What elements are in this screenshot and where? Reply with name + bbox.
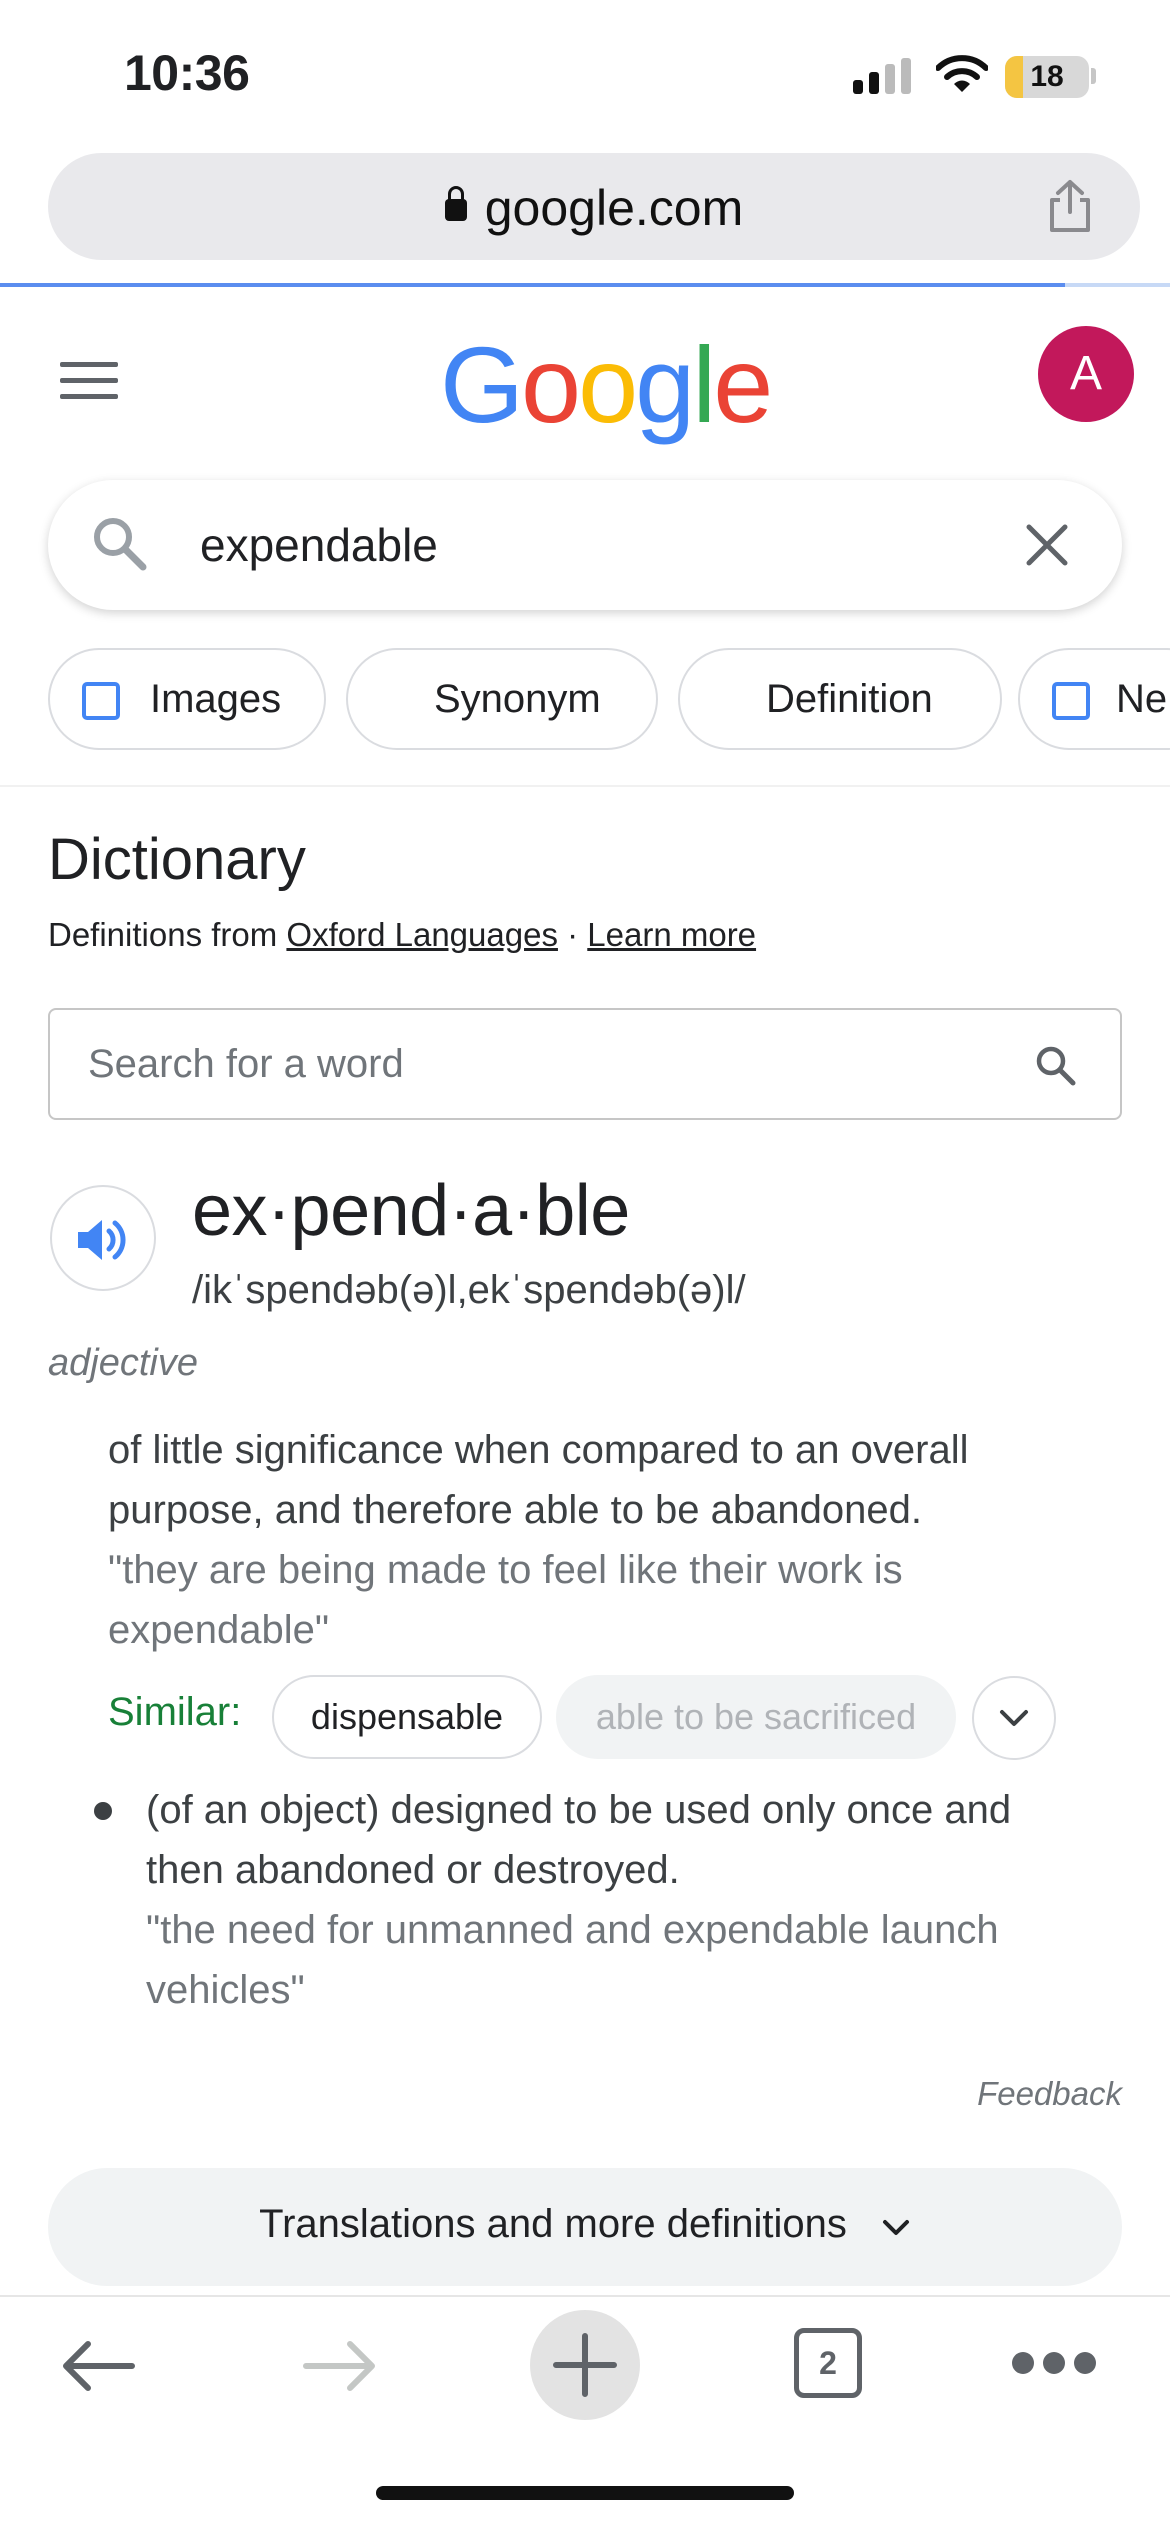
logo-letter: g	[635, 324, 695, 445]
logo-letter: o	[521, 324, 581, 445]
account-avatar[interactable]: A	[1038, 326, 1134, 422]
chip-news[interactable]: Ne	[1018, 648, 1170, 750]
battery-level: 18	[1030, 60, 1064, 93]
image-icon	[82, 682, 120, 720]
source-prefix: Definitions from	[48, 916, 287, 953]
more-definitions-label: Translations and more definitions	[259, 2202, 847, 2246]
chip-definition[interactable]: Definition	[678, 648, 1002, 750]
plus-icon	[553, 2333, 617, 2397]
chip-label: Synonym	[434, 677, 601, 721]
logo-letter: G	[440, 324, 524, 445]
status-time: 10:36	[124, 45, 250, 101]
chevron-down-icon	[882, 2220, 909, 2235]
headword: ex·pend·a·ble	[192, 1171, 630, 1251]
part-of-speech: adjective	[48, 1342, 198, 1384]
dictionary-title: Dictionary	[48, 827, 306, 892]
word-search-placeholder: Search for a word	[88, 1042, 404, 1086]
example-1: "they are being made to feel like their …	[108, 1548, 903, 1652]
battery-icon: 18	[1005, 56, 1089, 98]
new-tab-button[interactable]	[530, 2310, 640, 2420]
pronunciation: /ikˈspendəb(ə)l,ekˈspendəb(ə)l/	[192, 1268, 746, 1312]
pronunciation-speaker-button[interactable]	[50, 1185, 156, 1291]
definition-2: (of an object) designed to be used only …	[146, 1788, 1012, 1892]
logo-letter: l	[692, 324, 716, 445]
share-icon[interactable]	[1046, 178, 1094, 234]
tab-switcher-button[interactable]: 2	[794, 2328, 862, 2398]
address-bar[interactable]: google.com	[48, 153, 1140, 260]
chip-images[interactable]: Images	[48, 648, 326, 750]
speaker-icon	[78, 1220, 126, 1260]
clear-search-icon[interactable]	[1024, 522, 1070, 568]
cellular-signal-icon	[853, 58, 915, 94]
logo-letter: o	[578, 324, 638, 445]
more-definitions-button[interactable]: Translations and more definitions	[48, 2168, 1122, 2286]
learn-more-link[interactable]: Learn more	[587, 916, 756, 953]
toolbar-divider	[0, 2295, 1170, 2297]
chip-label: Ne	[1116, 677, 1168, 721]
chip-synonym[interactable]: Synonym	[346, 648, 658, 750]
divider	[0, 785, 1170, 787]
definition-1: of little significance when compared to …	[108, 1428, 969, 1532]
back-arrow-icon[interactable]	[58, 2336, 138, 2396]
expand-synonyms-button[interactable]	[972, 1676, 1056, 1760]
menu-icon[interactable]	[60, 362, 118, 400]
search-icon[interactable]	[1034, 1044, 1076, 1086]
search-icon	[94, 518, 147, 571]
chip-label: Definition	[766, 677, 933, 721]
news-icon	[1052, 682, 1090, 720]
dictionary-source: Definitions from Oxford Languages · Lear…	[48, 916, 756, 954]
url-display: google.com	[48, 179, 1140, 237]
chevron-down-icon	[1000, 1710, 1028, 1726]
more-definitions-label-row: Translations and more definitions	[48, 2202, 1122, 2247]
lock-icon	[444, 186, 467, 221]
chip-label: Images	[150, 677, 282, 721]
feedback-link[interactable]: Feedback	[900, 2075, 1122, 2113]
example-2: "the need for unmanned and expendable la…	[146, 1908, 999, 2012]
forward-arrow-icon[interactable]	[300, 2336, 380, 2396]
bullet	[94, 1802, 112, 1820]
wifi-icon	[936, 55, 988, 92]
home-indicator	[376, 2486, 794, 2500]
synonym-chip[interactable]: dispensable	[272, 1675, 542, 1759]
synonym-chip[interactable]: able to be sacrificed	[556, 1675, 956, 1759]
source-separator: ·	[557, 916, 588, 953]
battery-tip	[1091, 68, 1096, 84]
page-load-progress	[0, 283, 1170, 287]
more-options-icon[interactable]	[1012, 2352, 1096, 2376]
oxford-languages-link[interactable]: Oxford Languages	[286, 916, 558, 953]
search-filter-chips: Images Synonym Definition Ne	[48, 648, 1170, 754]
url-text: google.com	[484, 180, 744, 236]
logo-letter: e	[713, 324, 773, 445]
similar-label: Similar:	[108, 1690, 242, 1734]
search-input[interactable]: expendable	[200, 518, 438, 572]
google-logo[interactable]: Google	[440, 322, 773, 447]
